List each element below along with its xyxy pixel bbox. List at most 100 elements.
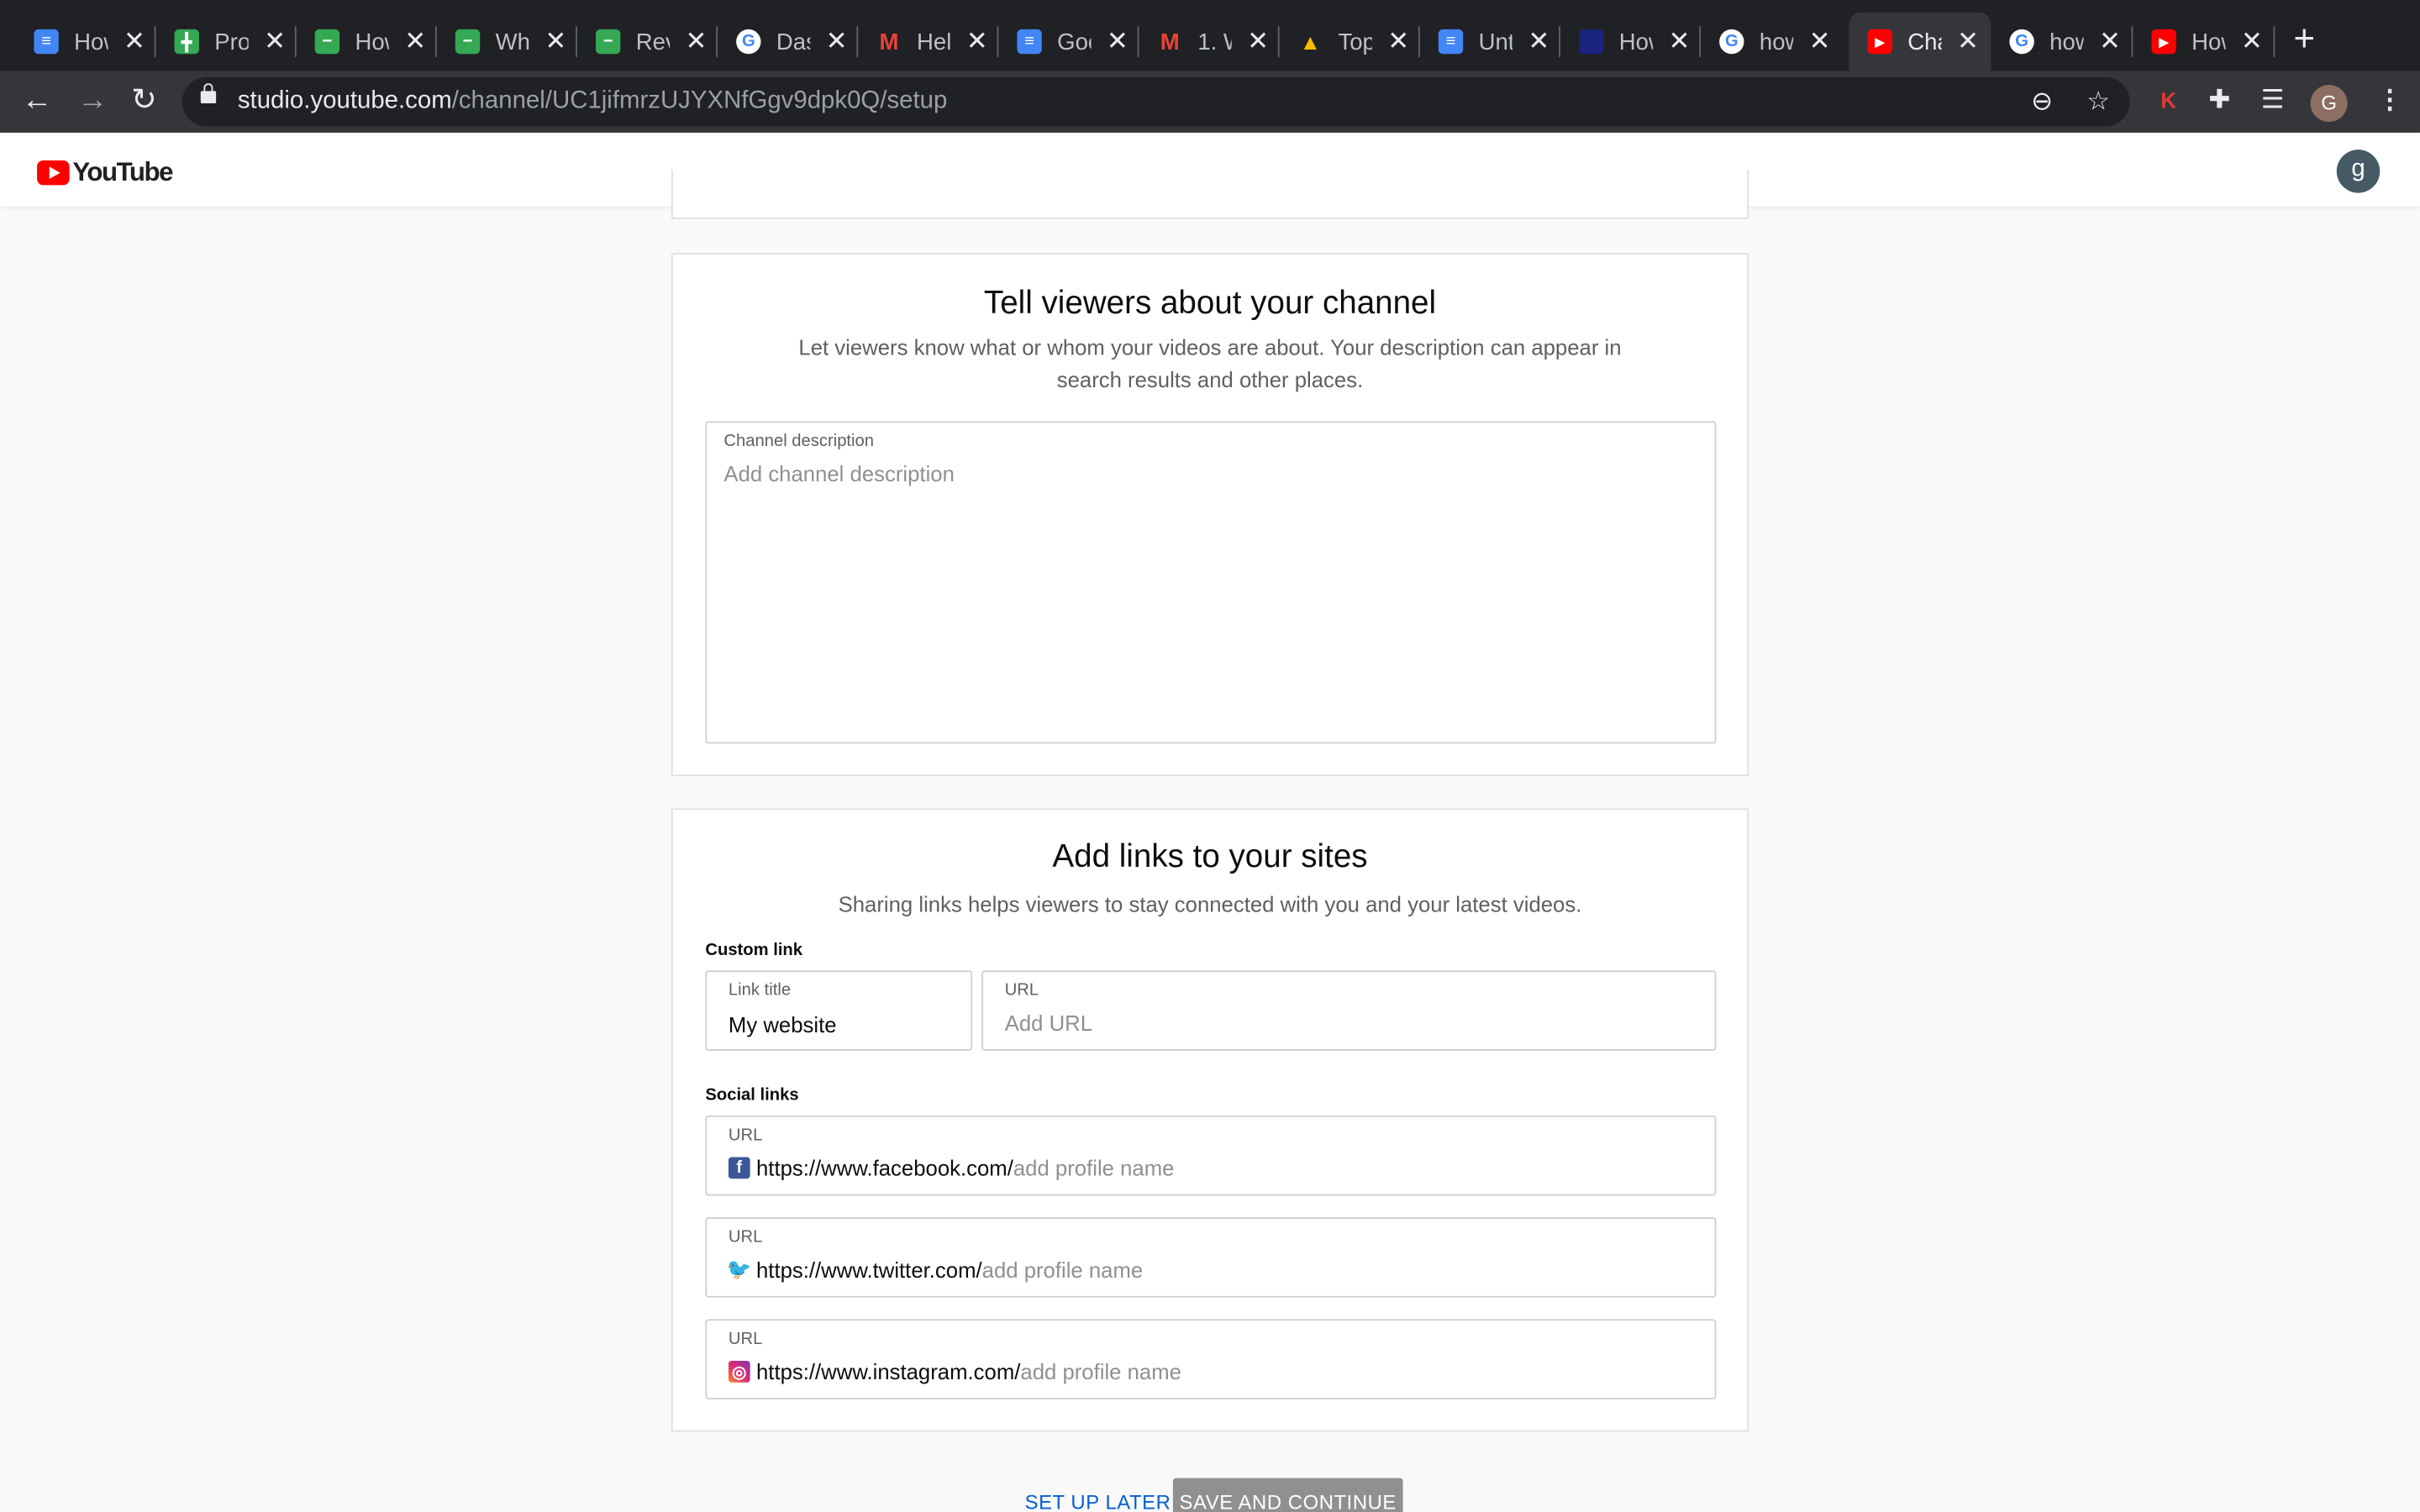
- google-icon: G: [1719, 29, 1744, 55]
- close-tab-icon[interactable]: ✕: [1528, 26, 1549, 57]
- link-title-field[interactable]: Link title My website: [705, 970, 973, 1051]
- tab[interactable]: G Das ✕: [718, 13, 859, 71]
- social-url-placeholder: add profile name: [1020, 1359, 1181, 1384]
- close-tab-icon[interactable]: ✕: [544, 26, 566, 57]
- social-url-row: 🐦 https://www.twitter.com/add profile na…: [727, 1257, 1144, 1283]
- tab-label: Rev: [635, 28, 670, 55]
- youtube-icon: ▶: [1867, 29, 1892, 55]
- url-path: /channel/UC1jifmrzUJYXNfGgv9dpk0Q/setup: [451, 87, 948, 114]
- field-label: URL: [728, 1126, 763, 1145]
- tab[interactable]: ╋ Pro ✕: [156, 13, 297, 71]
- card-title: Tell viewers about your channel: [983, 285, 1437, 322]
- set-up-later-button[interactable]: SET UP LATER: [1025, 1490, 1171, 1512]
- field-placeholder: Add channel description: [723, 461, 955, 486]
- tab[interactable]: ≡ Goo ✕: [998, 13, 1139, 71]
- tab-label: Hel: [917, 28, 951, 55]
- tab[interactable]: − Rev ✕: [577, 13, 718, 71]
- card-subtitle: Let viewers know what or whom your video…: [798, 334, 1622, 392]
- tab[interactable]: ≡ Unt ✕: [1420, 13, 1560, 71]
- new-tab-button[interactable]: +: [2293, 21, 2315, 59]
- links-card: Add links to your sites Sharing links he…: [671, 808, 1749, 1432]
- close-tab-icon[interactable]: ✕: [1957, 26, 1979, 57]
- address-bar[interactable]: studio.youtube.com/channel/UC1jifmrzUJYX…: [182, 76, 2130, 127]
- social-url-placeholder: add profile name: [1013, 1155, 1175, 1181]
- tab-label: How: [355, 28, 388, 55]
- save-and-continue-button[interactable]: SAVE AND CONTINUE: [1172, 1478, 1403, 1512]
- field-label: Channel description: [723, 432, 875, 451]
- close-tab-icon[interactable]: ✕: [826, 26, 848, 57]
- sheets-icon: −: [595, 29, 621, 55]
- extensions-puzzle-icon[interactable]: ✚: [2208, 85, 2230, 116]
- google-icon: G: [2009, 29, 2034, 55]
- tab[interactable]: − How ✕: [297, 13, 437, 71]
- drive-icon: ▲: [1299, 29, 1322, 55]
- social-url-row: f https://www.facebook.com/add profile n…: [728, 1155, 1175, 1181]
- field-value: My website: [728, 1011, 837, 1037]
- browser-toolbar: ← → ↻ studio.youtube.com/channel/UC1jifm…: [0, 71, 2420, 133]
- custom-link-label: Custom link: [705, 941, 803, 960]
- menu-kebab-icon[interactable]: ⋮: [2377, 85, 2403, 116]
- close-tab-icon[interactable]: ✕: [404, 26, 426, 57]
- tab[interactable]: M Hel ✕: [858, 13, 999, 71]
- field-label: Link title: [728, 981, 792, 1000]
- tab[interactable]: ▲ Top ✕: [1280, 13, 1420, 71]
- zoom-icon[interactable]: ⊖: [2031, 87, 2053, 118]
- close-tab-icon[interactable]: ✕: [1247, 26, 1269, 57]
- tab-label: how: [1759, 28, 1793, 55]
- close-tab-icon[interactable]: ✕: [2099, 26, 2121, 57]
- card-title: Add links to your sites: [1052, 839, 1368, 875]
- forward-icon[interactable]: →: [77, 83, 108, 117]
- tab-label: Top: [1338, 28, 1372, 55]
- google-icon: G: [736, 29, 761, 55]
- sheets-icon: −: [314, 29, 340, 55]
- close-tab-icon[interactable]: ✕: [124, 26, 145, 57]
- channel-description-field[interactable]: Channel description Add channel descript…: [705, 421, 1717, 744]
- tab-label: Wh: [495, 28, 529, 55]
- tab-strip: ≡ How ✕ ╋ Pro ✕ − How ✕ − Wh ✕ − Rev ✕: [0, 0, 2420, 71]
- tab-label: Unt: [1478, 28, 1512, 55]
- youtube-logo[interactable]: YouTube: [37, 157, 173, 188]
- tab[interactable]: G how ✕: [1701, 13, 1841, 71]
- docs-icon: ≡: [1017, 29, 1042, 55]
- tab[interactable]: M 1. W ✕: [1139, 13, 1280, 71]
- tab-active[interactable]: ▶ Cha ✕: [1849, 12, 1991, 71]
- custom-url-field[interactable]: URL Add URL: [981, 970, 1717, 1051]
- close-tab-icon[interactable]: ✕: [1669, 26, 1691, 57]
- youtube-icon: ▶: [2151, 29, 2176, 55]
- url-text[interactable]: studio.youtube.com/channel/UC1jifmrzUJYX…: [238, 88, 947, 116]
- social-url-placeholder: add profile name: [981, 1257, 1144, 1283]
- social-url-base: https://www.facebook.com/: [755, 1155, 1013, 1181]
- tab-label: how: [2049, 28, 2083, 55]
- extension-k-icon[interactable]: K: [2160, 88, 2176, 113]
- media-queue-icon[interactable]: ☰: [2261, 85, 2285, 116]
- youtube-play-icon: [37, 160, 70, 186]
- previous-card: [671, 170, 1749, 219]
- close-tab-icon[interactable]: ✕: [966, 26, 988, 57]
- gmail-icon: M: [879, 28, 899, 55]
- facebook-url-field[interactable]: URL f https://www.facebook.com/add profi…: [705, 1115, 1717, 1196]
- instagram-url-field[interactable]: URL ◎ https://www.instagram.com/add prof…: [705, 1319, 1717, 1399]
- close-tab-icon[interactable]: ✕: [1809, 26, 1831, 57]
- close-tab-icon[interactable]: ✕: [1387, 26, 1409, 57]
- social-links-label: Social links: [705, 1086, 799, 1105]
- tab-label: 1. W: [1197, 28, 1231, 55]
- reload-icon[interactable]: ↻: [131, 83, 157, 117]
- tab[interactable]: How ✕: [1560, 13, 1702, 71]
- close-tab-icon[interactable]: ✕: [2241, 26, 2263, 57]
- account-avatar[interactable]: g: [2336, 150, 2381, 193]
- tab[interactable]: G how ✕: [1991, 13, 2133, 71]
- tab[interactable]: ≡ How ✕: [15, 13, 156, 71]
- profile-avatar[interactable]: G: [2310, 85, 2348, 123]
- twitter-url-field[interactable]: URL 🐦 https://www.twitter.com/add profil…: [705, 1217, 1717, 1298]
- youtube-logo-text: YouTube: [72, 157, 173, 187]
- tab[interactable]: − Wh ✕: [437, 13, 577, 71]
- back-icon[interactable]: ←: [22, 83, 53, 117]
- tab-label: Pro: [214, 28, 249, 55]
- bookmark-star-icon[interactable]: ☆: [2086, 87, 2110, 118]
- tab[interactable]: ▶ How ✕: [2133, 13, 2275, 71]
- close-tab-icon[interactable]: ✕: [1107, 26, 1128, 57]
- browser-window: ≡ How ✕ ╋ Pro ✕ − How ✕ − Wh ✕ − Rev ✕: [0, 0, 2420, 1512]
- close-tab-icon[interactable]: ✕: [686, 26, 708, 57]
- close-tab-icon[interactable]: ✕: [264, 26, 286, 57]
- url-host: studio.youtube.com: [237, 87, 452, 114]
